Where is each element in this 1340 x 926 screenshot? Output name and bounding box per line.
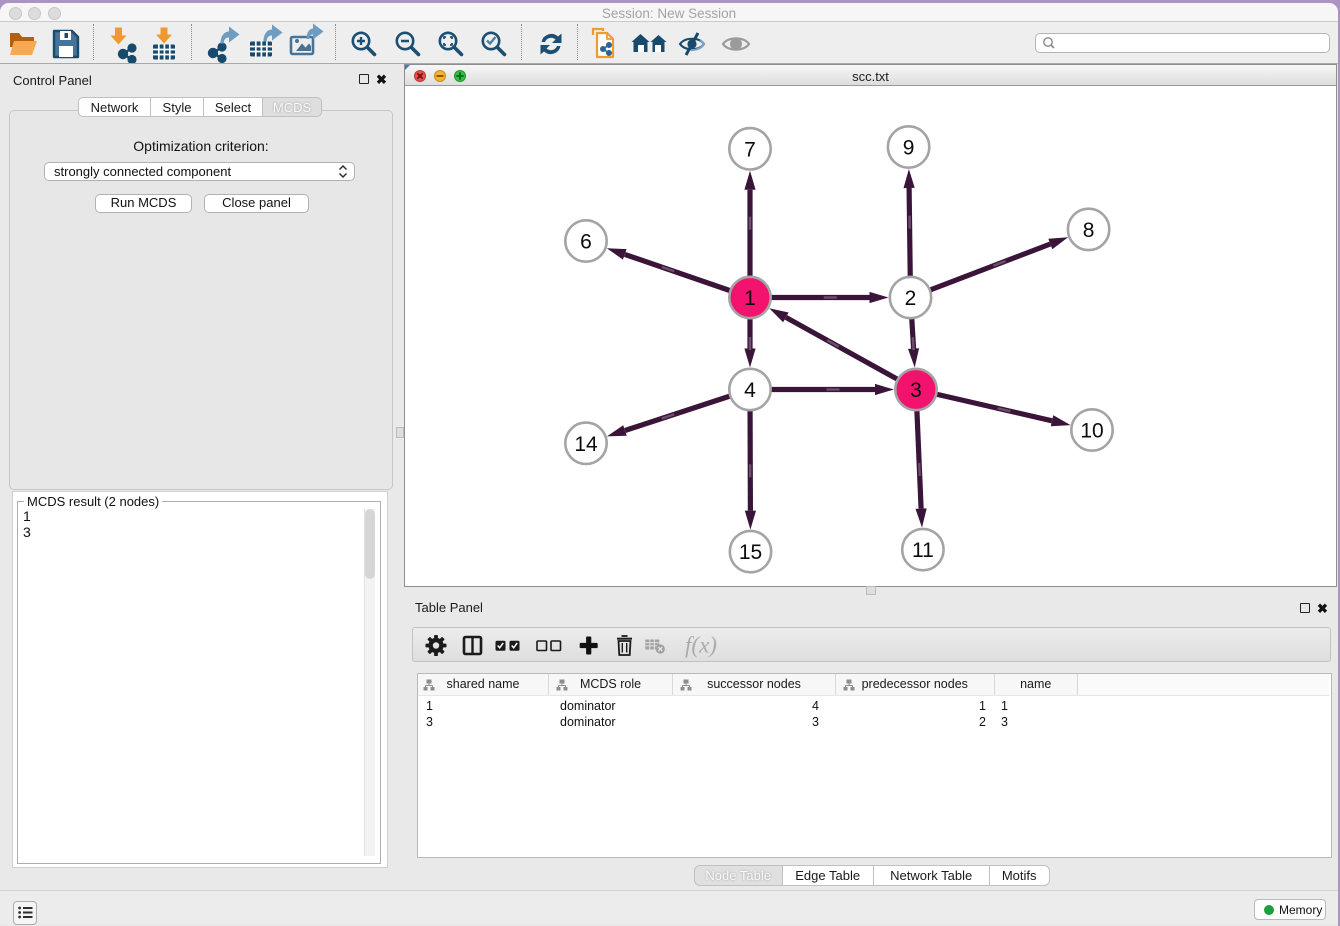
svg-text:11: 11 <box>912 539 934 562</box>
svg-text:8: 8 <box>1083 219 1095 242</box>
svg-text:2: 2 <box>905 287 917 310</box>
svg-text:7: 7 <box>744 138 756 161</box>
svg-text:1: 1 <box>744 287 756 310</box>
svg-text:15: 15 <box>739 541 762 564</box>
svg-text:14: 14 <box>574 433 598 456</box>
svg-text:3: 3 <box>910 379 922 402</box>
svg-text:10: 10 <box>1080 420 1103 443</box>
svg-text:6: 6 <box>580 231 592 254</box>
svg-text:4: 4 <box>744 379 756 402</box>
svg-text:9: 9 <box>903 137 915 160</box>
svg-text:f(x): f(x) <box>685 633 717 658</box>
